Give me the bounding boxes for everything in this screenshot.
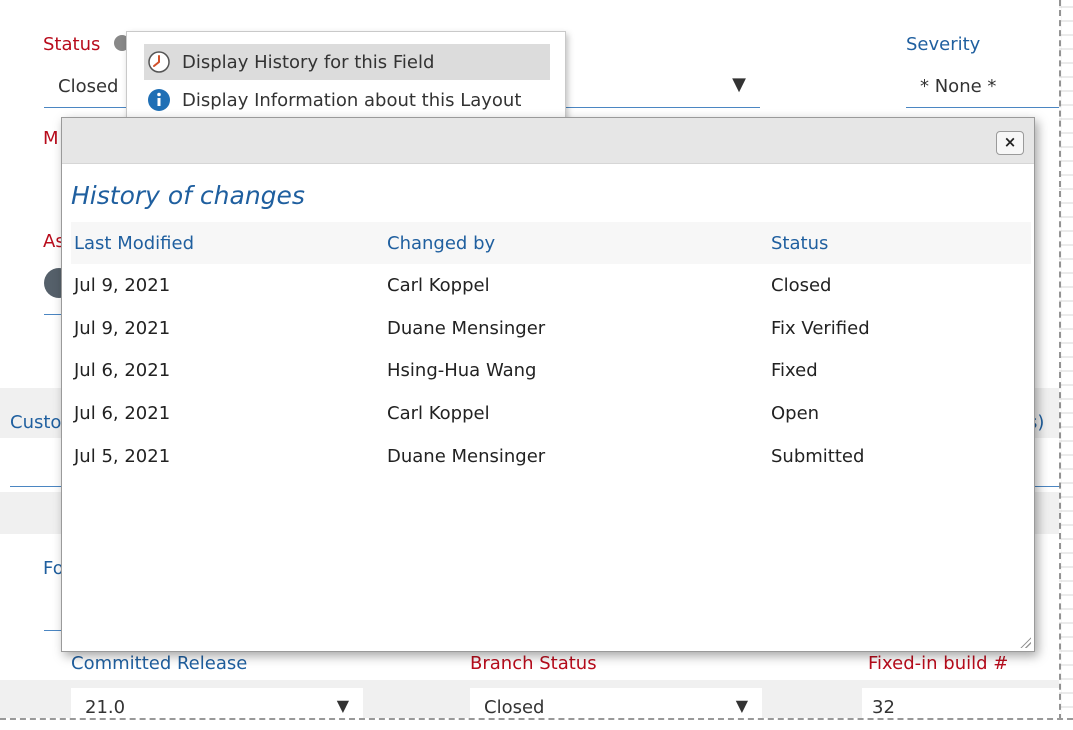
dialog-header: × bbox=[62, 118, 1034, 164]
menu-item-display-history[interactable]: Display History for this Field bbox=[144, 44, 550, 80]
table-header-row: Last Modified Changed by Status bbox=[71, 222, 1031, 264]
history-dialog: × History of changes Last Modified Chang… bbox=[61, 117, 1035, 652]
chevron-down-icon: ▼ bbox=[336, 696, 349, 715]
cell-changed-by: Duane Mensinger bbox=[387, 317, 546, 339]
table-row: Jul 6, 2021 Carl Koppel Open bbox=[71, 392, 1031, 435]
column-header-status[interactable]: Status bbox=[768, 222, 1031, 264]
torn-edge-bottom bbox=[0, 718, 1073, 730]
cell-status: Fixed bbox=[771, 360, 818, 382]
dialog-title: History of changes bbox=[71, 181, 305, 210]
status-value: Closed bbox=[58, 76, 119, 97]
close-button[interactable]: × bbox=[996, 131, 1024, 155]
table-row: Jul 6, 2021 Hsing-Hua Wang Fixed bbox=[71, 349, 1031, 392]
table-row: Jul 9, 2021 Carl Koppel Closed bbox=[71, 264, 1031, 307]
status-label: Status bbox=[43, 34, 101, 55]
cell-status: Submitted bbox=[771, 445, 865, 467]
cell-changed-by: Duane Mensinger bbox=[387, 445, 546, 467]
partial-label-m: M bbox=[43, 128, 59, 149]
committed-release-value: 21.0 bbox=[85, 697, 126, 718]
torn-edge-right bbox=[1059, 0, 1073, 730]
branch-status-label: Branch Status bbox=[470, 653, 597, 674]
context-menu: Display History for this Field Display I… bbox=[126, 31, 566, 119]
fixed-in-build-field[interactable]: 32 bbox=[862, 688, 1061, 719]
info-icon bbox=[146, 87, 172, 113]
history-clock-icon bbox=[146, 49, 172, 75]
cell-date: Jul 6, 2021 bbox=[74, 360, 171, 382]
committed-release-select[interactable]: 21.0 ▼ bbox=[71, 688, 363, 719]
severity-value: * None * bbox=[920, 76, 997, 97]
branch-status-value: Closed bbox=[484, 697, 545, 718]
fixed-in-build-value: 32 bbox=[872, 697, 895, 718]
severity-label: Severity bbox=[906, 34, 981, 55]
menu-item-label: Display Information about this Layout bbox=[182, 89, 522, 111]
table-row: Jul 9, 2021 Duane Mensinger Fix Verified bbox=[71, 307, 1031, 350]
cell-date: Jul 5, 2021 bbox=[74, 445, 171, 467]
resize-grip-icon[interactable] bbox=[1019, 636, 1031, 648]
history-table: Last Modified Changed by Status Jul 9, 2… bbox=[71, 222, 1031, 477]
severity-select[interactable]: * None * bbox=[906, 66, 1061, 108]
cell-date: Jul 9, 2021 bbox=[74, 317, 171, 339]
cell-status: Fix Verified bbox=[771, 317, 870, 339]
chevron-down-icon: ▼ bbox=[732, 74, 746, 95]
column-header-last-modified[interactable]: Last Modified bbox=[71, 222, 384, 264]
branch-status-select[interactable]: Closed ▼ bbox=[470, 688, 762, 719]
chevron-down-icon: ▼ bbox=[735, 696, 748, 715]
column-header-changed-by[interactable]: Changed by bbox=[384, 222, 768, 264]
cell-date: Jul 6, 2021 bbox=[74, 402, 171, 424]
menu-item-display-info[interactable]: Display Information about this Layout bbox=[144, 82, 550, 118]
committed-release-label: Committed Release bbox=[71, 653, 248, 674]
cell-date: Jul 9, 2021 bbox=[74, 274, 171, 296]
menu-item-label: Display History for this Field bbox=[182, 51, 435, 73]
table-row: Jul 5, 2021 Duane Mensinger Submitted bbox=[71, 435, 1031, 478]
cell-changed-by: Carl Koppel bbox=[387, 402, 490, 424]
fixed-in-build-label: Fixed-in build # bbox=[868, 653, 1009, 674]
cell-status: Open bbox=[771, 402, 820, 424]
partial-label-custo: Custo bbox=[10, 412, 62, 433]
cell-changed-by: Hsing-Hua Wang bbox=[387, 360, 537, 382]
cell-changed-by: Carl Koppel bbox=[387, 274, 490, 296]
cell-status: Closed bbox=[771, 274, 832, 296]
